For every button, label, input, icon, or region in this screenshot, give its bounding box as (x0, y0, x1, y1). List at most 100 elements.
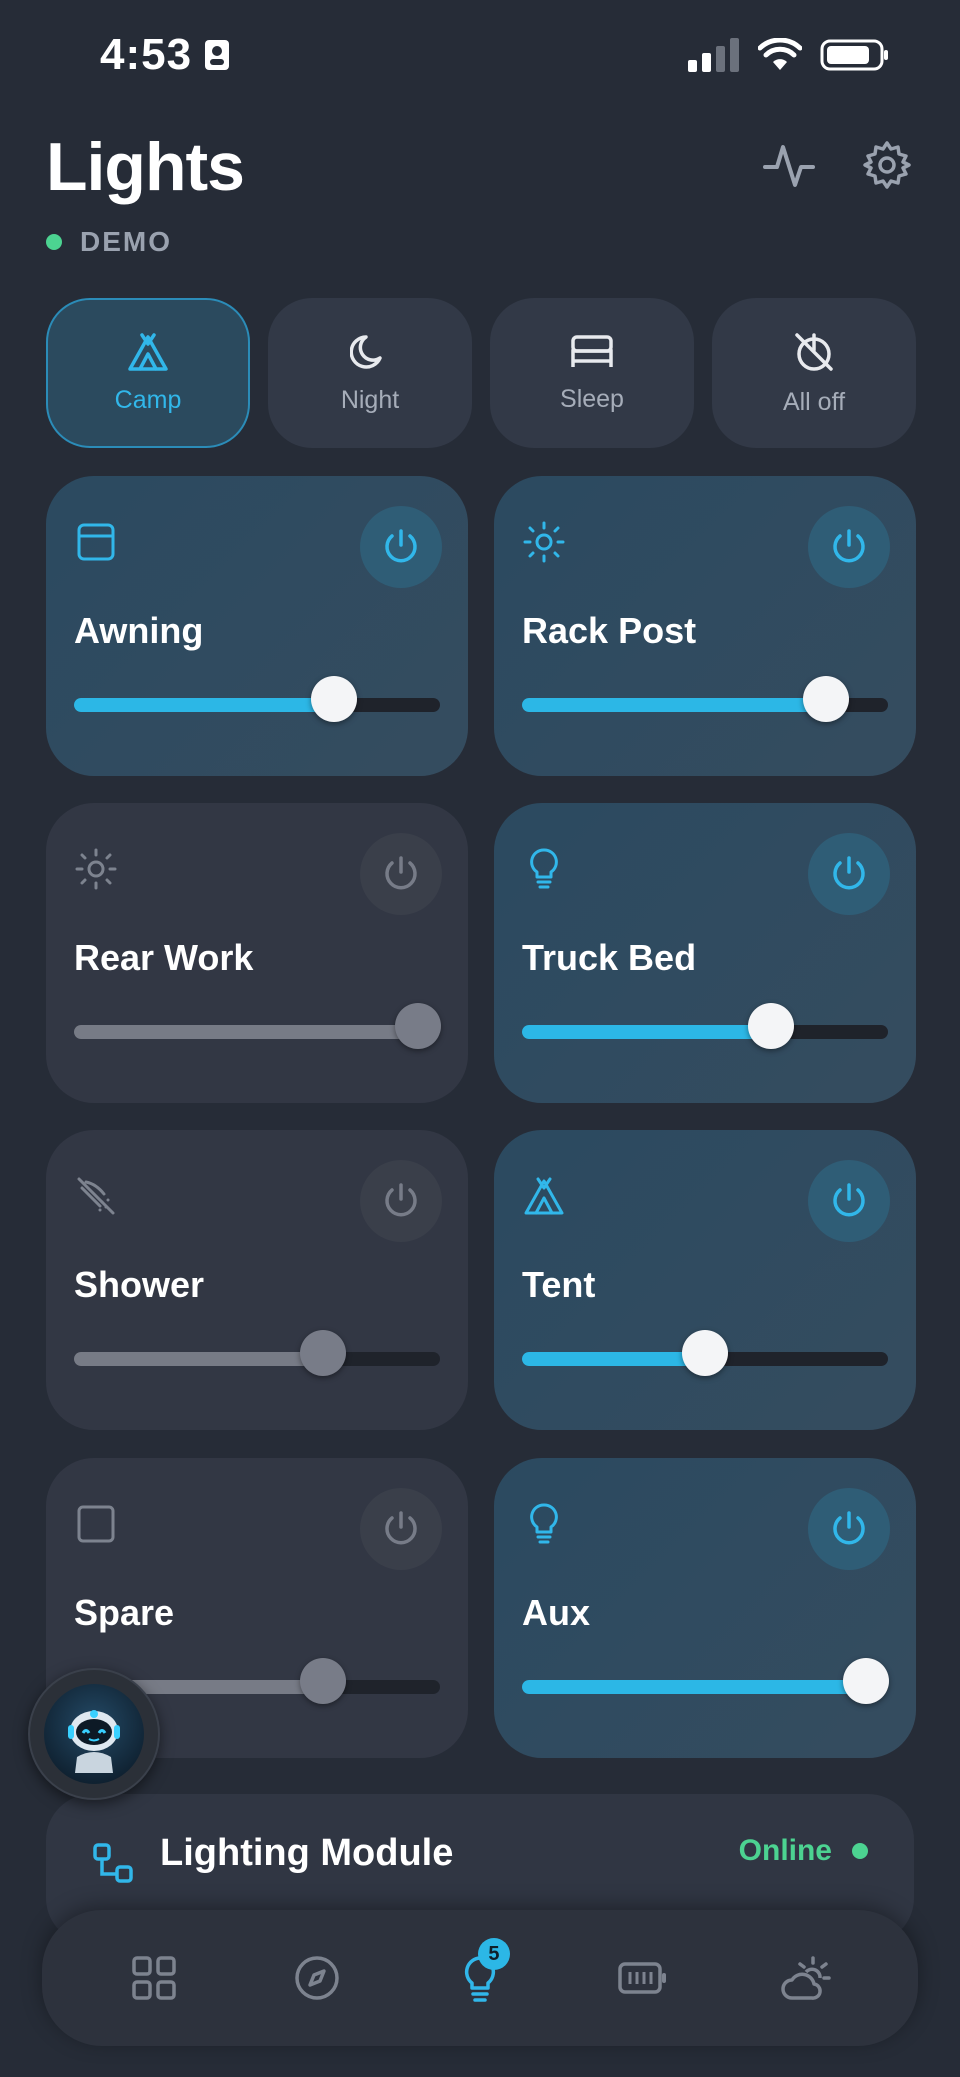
module-status-text: Online (738, 1834, 832, 1867)
nav-lights[interactable]: 5 (440, 1938, 520, 2018)
brightness-fill (522, 698, 826, 712)
brightness-fill (522, 1352, 705, 1366)
power-icon (833, 856, 865, 890)
power-button-awning[interactable] (360, 506, 442, 588)
activity-icon (763, 145, 815, 187)
lights-count-badge: 5 (477, 1938, 510, 1970)
scene-all-off-button[interactable]: All off (712, 298, 916, 448)
dashboard-icon (131, 1956, 176, 2000)
page-title: Lights (46, 129, 245, 205)
module-status: Online (739, 1834, 868, 1868)
status-time: 4:53 (100, 30, 230, 80)
brightness-slider-rack-post[interactable] (522, 676, 888, 722)
battery-status-icon (820, 39, 888, 71)
gear-icon (863, 141, 911, 189)
bottom-nav: 5 (42, 1910, 918, 2046)
light-name: Awning (74, 610, 204, 651)
shower-off-icon (74, 1174, 118, 1218)
power-icon (385, 856, 417, 890)
tent-icon (128, 332, 168, 371)
brightness-thumb[interactable] (747, 1003, 794, 1049)
bulb-icon (522, 847, 566, 891)
power-button-aux[interactable] (808, 1488, 890, 1570)
battery-icon (618, 1962, 667, 1994)
light-card-shower[interactable]: Shower (46, 1130, 468, 1430)
demo-indicator: DEMO (46, 226, 172, 258)
bed-icon (571, 334, 613, 367)
sun-icon (522, 520, 566, 564)
light-name: Shower (74, 1264, 205, 1305)
power-button-rack-post[interactable] (808, 506, 890, 588)
power-button-spare[interactable] (360, 1488, 442, 1570)
brightness-slider-truck-bed[interactable] (522, 1003, 888, 1049)
power-off-icon (795, 332, 833, 371)
power-button-truck-bed[interactable] (808, 833, 890, 915)
module-label: Lighting Module (160, 1832, 454, 1874)
brightness-slider-rear-work[interactable] (74, 1003, 442, 1049)
signal-icon (688, 38, 739, 72)
brightness-thumb[interactable] (395, 1003, 442, 1049)
settings-button[interactable] (860, 138, 914, 192)
brightness-fill (522, 1025, 771, 1039)
activity-button[interactable] (762, 138, 816, 192)
power-button-shower[interactable] (360, 1160, 442, 1242)
weather-icon (781, 1956, 832, 2000)
nav-compass[interactable] (277, 1938, 357, 2018)
scene-sleep-button[interactable]: Sleep (490, 298, 694, 448)
wifi-icon (758, 38, 802, 70)
light-card-rear-work[interactable]: Rear Work (46, 803, 468, 1103)
scene-night-label: Night (340, 385, 400, 414)
nav-dashboard[interactable] (114, 1938, 194, 2018)
assistant-avatar-button[interactable] (28, 1668, 160, 1800)
brightness-thumb[interactable] (682, 1330, 728, 1376)
power-icon (833, 529, 865, 563)
awning-icon (74, 520, 118, 564)
light-card-aux[interactable]: Aux (494, 1458, 916, 1758)
brightness-thumb[interactable] (299, 1658, 346, 1704)
sun-icon (74, 847, 118, 891)
brightness-thumb[interactable] (310, 676, 357, 722)
nav-weather[interactable] (766, 1938, 846, 2018)
bulb-icon (522, 1502, 566, 1546)
power-icon (833, 1183, 865, 1217)
brightness-fill (74, 698, 334, 712)
demo-status-dot (46, 234, 62, 250)
light-card-tent[interactable]: Tent (494, 1130, 916, 1430)
brightness-slider-awning[interactable] (74, 676, 440, 722)
light-card-truck-bed[interactable]: Truck Bed (494, 803, 916, 1103)
light-name: Tent (522, 1264, 596, 1305)
scene-camp-button[interactable]: Camp (46, 298, 250, 448)
scene-camp-label: Camp (114, 385, 182, 414)
brightness-fill (522, 1680, 867, 1694)
demo-label: DEMO (80, 226, 172, 257)
moon-icon (350, 334, 382, 369)
brightness-fill (74, 1025, 419, 1039)
status-indicators (688, 38, 890, 72)
scene-sleep-label: Sleep (560, 384, 624, 413)
square-icon (74, 1502, 118, 1546)
id-card-icon (205, 40, 230, 70)
light-card-awning[interactable]: Awning (46, 476, 468, 776)
power-icon (385, 1183, 417, 1217)
brightness-fill (74, 1352, 323, 1366)
scene-night-button[interactable]: Night (268, 298, 472, 448)
light-name: Rack Post (522, 610, 697, 651)
compass-icon (295, 1956, 339, 2000)
brightness-slider-shower[interactable] (74, 1330, 440, 1376)
brightness-thumb[interactable] (843, 1658, 890, 1704)
brightness-slider-tent[interactable] (522, 1330, 888, 1376)
module-online-dot (852, 1843, 868, 1859)
light-name: Rear Work (74, 937, 254, 978)
status-time-text: 4:53 (100, 30, 193, 79)
brightness-thumb[interactable] (299, 1330, 346, 1376)
power-icon (385, 529, 417, 563)
brightness-slider-aux[interactable] (522, 1658, 890, 1704)
robot-avatar (44, 1684, 144, 1784)
power-button-rear-work[interactable] (360, 833, 442, 915)
light-card-rack-post[interactable]: Rack Post (494, 476, 916, 776)
brightness-thumb[interactable] (802, 676, 849, 722)
light-name: Truck Bed (522, 937, 697, 978)
power-icon (385, 1511, 417, 1545)
nav-battery[interactable] (603, 1938, 683, 2018)
power-button-tent[interactable] (808, 1160, 890, 1242)
